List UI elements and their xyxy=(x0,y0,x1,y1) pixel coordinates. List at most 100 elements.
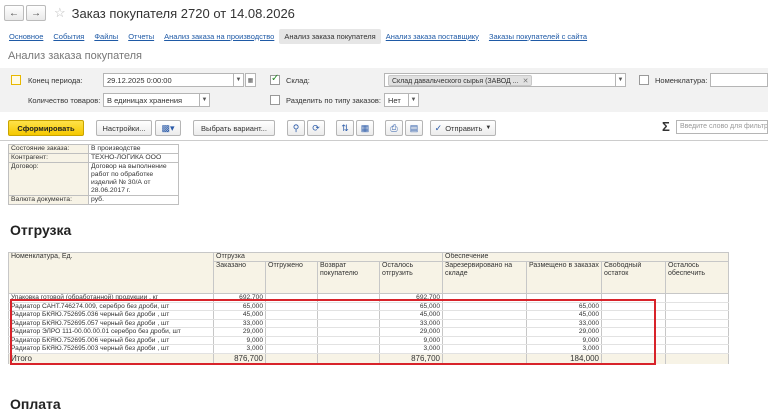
header-group-provision: Обеспечение xyxy=(442,252,729,262)
sum-icon[interactable]: Σ xyxy=(662,119,670,134)
form-tabs: Основное События Файлы Отчеты Анализ заказа … xyxy=(4,28,592,44)
form-title: Анализ заказа покупателя xyxy=(8,50,143,62)
cell-to_provide xyxy=(665,302,729,311)
search-icon: ⚲ xyxy=(292,122,300,133)
grid-button[interactable]: ▦ xyxy=(356,120,374,136)
warehouse-chip[interactable]: Склад давальческого сырья (ЗАВОД ... ✕ xyxy=(388,75,533,86)
column-header: Заказано xyxy=(213,261,266,294)
warehouse-checkbox[interactable] xyxy=(270,73,280,85)
column-header: Свободный остаток xyxy=(601,261,666,294)
info-row: Валюта документа: руб. xyxy=(8,195,179,205)
split-checkbox[interactable] xyxy=(270,95,280,105)
calendar-button[interactable]: ▦ xyxy=(245,73,256,87)
column-header: Возврат покупателю xyxy=(317,261,380,294)
tab-1[interactable]: События xyxy=(48,29,89,44)
print-preview-icon: ▤ xyxy=(409,122,419,133)
info-value: Договор на выполнение работ по обработке… xyxy=(88,162,179,196)
info-value: руб. xyxy=(88,195,179,205)
total-to_provide xyxy=(665,352,729,364)
column-header: Зарезервировано на складе xyxy=(442,261,527,294)
nomenclature-label: Номенклатура: xyxy=(655,76,708,85)
split-dropdown-button[interactable]: ▼ xyxy=(408,93,419,107)
cell-to_provide xyxy=(665,336,729,345)
section-title-payment: Оплата xyxy=(10,396,61,412)
info-row: Состояние заказа: В производстве xyxy=(8,144,179,154)
filter-search-input[interactable]: Введите слово для фильтра xyxy=(676,120,768,134)
qty-label: Количество товаров: xyxy=(28,96,101,105)
preview-button[interactable]: ▤ xyxy=(405,120,423,136)
table-icon: ▦ xyxy=(360,122,370,133)
section-title-shipment: Отгрузка xyxy=(10,222,72,238)
split-field[interactable]: Нет xyxy=(384,93,409,107)
highlight-box xyxy=(10,299,656,365)
qty-dropdown-button[interactable]: ▼ xyxy=(199,93,210,107)
star-icon[interactable]: ☆ xyxy=(54,5,66,21)
chevron-down-icon: ▼ xyxy=(201,97,208,103)
report-toolbar: Сформировать Настройки... ▩▾ Выбрать вар… xyxy=(0,118,768,138)
back-button[interactable]: ← xyxy=(4,5,24,21)
cell-to_provide xyxy=(665,310,729,320)
chevron-down-icon: ▼ xyxy=(410,97,417,103)
print-icon: ⎙ xyxy=(390,122,398,133)
find-next-button[interactable]: ⟳ xyxy=(307,120,325,136)
tab-0[interactable]: Основное xyxy=(4,29,48,44)
tab-3[interactable]: Отчеты xyxy=(123,29,159,44)
sort-icon: ⇅ xyxy=(341,122,349,133)
qty-field[interactable]: В единицах хранения xyxy=(103,93,200,107)
arrow-left-icon: ← xyxy=(9,7,19,19)
info-key: Валюта документа: xyxy=(8,195,89,205)
forward-button[interactable]: → xyxy=(26,5,46,21)
info-key: Состояние заказа: xyxy=(8,144,89,154)
chevron-down-icon: ▼ xyxy=(485,125,492,131)
header-nomenclature: Номенклатура, Ед. xyxy=(8,252,214,294)
send-icon: ✓ xyxy=(434,122,443,133)
tab-7[interactable]: Заказы покупателей с сайта xyxy=(484,29,592,44)
column-header: Осталось отгрузить xyxy=(379,261,443,294)
info-key: Контрагент: xyxy=(8,153,89,163)
warehouse-chip-label: Склад давальческого сырья (ЗАВОД ... xyxy=(392,78,519,85)
cell-to_provide xyxy=(665,327,729,337)
generate-button[interactable]: Сформировать xyxy=(8,120,84,136)
cell-to_provide xyxy=(665,319,729,328)
period-dropdown-button[interactable]: ▼ xyxy=(233,73,244,87)
column-header: Отгружено xyxy=(265,261,318,294)
tab-2[interactable]: Файлы xyxy=(89,29,123,44)
arrow-right-icon: → xyxy=(31,7,41,19)
tab-6[interactable]: Анализ заказа поставщику xyxy=(381,29,484,44)
chevron-down-icon: ▼ xyxy=(617,77,624,83)
chevron-down-icon: ▼ xyxy=(235,77,242,83)
print-button[interactable]: ⎙ xyxy=(385,120,403,136)
title-bar: ← → ☆ Заказ покупателя 2720 от 14.08.202… xyxy=(0,0,768,26)
period-end-label: Конец периода: xyxy=(28,76,83,85)
warehouse-label: Склад: xyxy=(286,76,310,85)
warehouse-dropdown-button[interactable]: ▼ xyxy=(615,73,626,87)
tab-5[interactable]: Анализ заказа покупателя xyxy=(279,28,381,44)
calendar-icon: ▦ xyxy=(247,77,254,84)
choose-variant-button[interactable]: Выбрать вариант... xyxy=(193,120,275,136)
nomenclature-checkbox[interactable] xyxy=(639,75,649,85)
info-row: Договор: Договор на выполнение работ по о… xyxy=(8,162,179,196)
remove-chip-icon[interactable]: ✕ xyxy=(523,78,529,85)
info-key: Договор: xyxy=(8,162,89,196)
period-end-checkbox[interactable] xyxy=(11,75,21,85)
info-value: ТЕХНО-ЛОГИКА ООО xyxy=(88,153,179,163)
report-parameters: Конец периода: 29.12.2025 0:00:00 ▼ ▦ Ск… xyxy=(0,68,768,112)
column-header: Осталось обеспечить xyxy=(665,261,729,294)
info-value: В производстве xyxy=(88,144,179,154)
variants-menu-button[interactable]: ▩▾ xyxy=(155,120,181,136)
find-button[interactable]: ⚲ xyxy=(287,120,305,136)
send-button[interactable]: ✓ Отправить ▼ xyxy=(430,120,496,136)
search-next-icon: ⟳ xyxy=(312,122,320,133)
period-end-field[interactable]: 29.12.2025 0:00:00 xyxy=(103,73,234,87)
tab-4[interactable]: Анализ заказа на производство xyxy=(159,29,279,44)
report-document: Состояние заказа: В производстве Контраген… xyxy=(0,140,768,417)
send-label: Отправить xyxy=(445,123,483,133)
order-info-table: Состояние заказа: В производстве Контраген… xyxy=(8,144,179,205)
settings-button[interactable]: Настройки... xyxy=(96,120,152,136)
nomenclature-field[interactable] xyxy=(710,73,768,87)
header-group-shipment: Отгрузка xyxy=(213,252,443,262)
info-row: Контрагент: ТЕХНО-ЛОГИКА ООО xyxy=(8,153,179,163)
sort-button[interactable]: ⇅ xyxy=(336,120,354,136)
page-title: Заказ покупателя 2720 от 14.08.2026 xyxy=(71,5,295,21)
cell-to_provide xyxy=(665,293,729,303)
